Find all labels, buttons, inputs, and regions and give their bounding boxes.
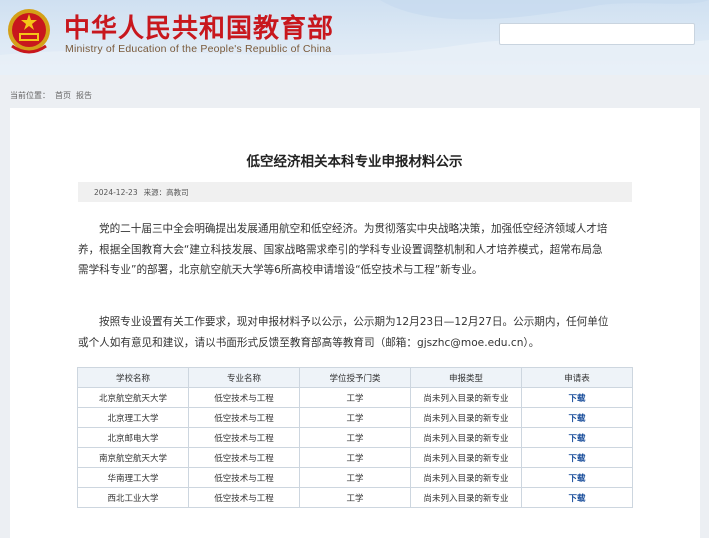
cell-major: 低空技术与工程 (188, 427, 300, 448)
cell-school: 北京邮电大学 (77, 427, 189, 448)
cell-school: 北京航空航天大学 (77, 387, 189, 408)
majors-table: 学校名称 专业名称 学位授予门类 申报类型 申请表 北京航空航天大学 低空技术与… (77, 367, 633, 508)
article-meta-bar: 2024-12-23 来源：高教司 (78, 182, 632, 202)
cell-type: 尚未列入目录的新专业 (410, 407, 522, 428)
table-row: 北京航空航天大学 低空技术与工程 工学 尚未列入目录的新专业 下载 (77, 387, 633, 408)
header-form: 申请表 (521, 367, 633, 388)
breadcrumb-home-link[interactable]: 首页 (55, 91, 71, 100)
site-subtitle: Ministry of Education of the People's Re… (65, 43, 332, 55)
cell-degree: 工学 (299, 407, 411, 428)
national-emblem-icon (8, 9, 50, 54)
cell-type: 尚未列入目录的新专业 (410, 467, 522, 488)
cell-degree: 工学 (299, 447, 411, 468)
cell-major: 低空技术与工程 (188, 467, 300, 488)
cell-school: 南京航空航天大学 (77, 447, 189, 468)
cell-type: 尚未列入目录的新专业 (410, 427, 522, 448)
cell-school: 北京理工大学 (77, 407, 189, 428)
article-source: 来源：高教司 (143, 188, 189, 197)
cell-major: 低空技术与工程 (188, 387, 300, 408)
cell-degree: 工学 (299, 467, 411, 488)
cell-degree: 工学 (299, 487, 411, 508)
header-type: 申报类型 (410, 367, 522, 388)
cell-degree: 工学 (299, 427, 411, 448)
search-input[interactable] (499, 23, 695, 45)
paragraph-line: 或个人如有意见和建议，请以书面形式反馈至教育部高等教育司（邮箱：gjszhc@m… (78, 336, 540, 349)
download-link[interactable]: 下载 (521, 407, 633, 428)
cell-school: 华南理工大学 (77, 467, 189, 488)
cell-major: 低空技术与工程 (188, 407, 300, 428)
cell-school: 西北工业大学 (77, 487, 189, 508)
article-paragraph-1: 党的二十届三中全会明确提出发展通用航空和低空经济。为贯彻落实中央战略决策，加强低… (78, 219, 634, 281)
table-row: 北京理工大学 低空技术与工程 工学 尚未列入目录的新专业 下载 (77, 407, 633, 428)
download-link[interactable]: 下载 (521, 467, 633, 488)
article-paragraph-2: 按照专业设置有关工作要求，现对申报材料予以公示，公示期为12月23日—12月27… (78, 312, 634, 353)
cell-degree: 工学 (299, 387, 411, 408)
paragraph-line: 需学科专业”的部署，北京航空航天大学等6所高校申请增设“低空技术与工程”新专业。 (78, 264, 483, 276)
download-link[interactable]: 下载 (521, 487, 633, 508)
paragraph-line: 按照专业设置有关工作要求，现对申报材料予以公示，公示期为12月23日—12月27… (99, 316, 609, 328)
table-row: 南京航空航天大学 低空技术与工程 工学 尚未列入目录的新专业 下载 (77, 447, 633, 468)
cell-type: 尚未列入目录的新专业 (410, 387, 522, 408)
article-title: 低空经济相关本科专业申报材料公示 (246, 154, 463, 170)
table-row: 北京邮电大学 低空技术与工程 工学 尚未列入目录的新专业 下载 (77, 427, 633, 448)
download-link[interactable]: 下载 (521, 387, 633, 408)
header-school: 学校名称 (77, 367, 189, 388)
download-link[interactable]: 下载 (521, 447, 633, 468)
table-row: 西北工业大学 低空技术与工程 工学 尚未列入目录的新专业 下载 (77, 487, 633, 508)
breadcrumb-prefix: 当前位置： (10, 91, 50, 100)
table-row: 华南理工大学 低空技术与工程 工学 尚未列入目录的新专业 下载 (77, 467, 633, 488)
cell-type: 尚未列入目录的新专业 (410, 447, 522, 468)
cell-major: 低空技术与工程 (188, 447, 300, 468)
site-header: 中华人民共和国教育部 Ministry of Education of the … (0, 0, 709, 75)
paragraph-line: 党的二十届三中全会明确提出发展通用航空和低空经济。为贯彻落实中央战略决策，加强低… (99, 223, 608, 235)
article-meta: 2024-12-23 来源：高教司 (94, 187, 195, 198)
header-major: 专业名称 (188, 367, 300, 388)
breadcrumb: 当前位置： 首页 报告 (10, 90, 97, 101)
article-date: 2024-12-23 (94, 188, 138, 197)
breadcrumb-section-link[interactable]: 报告 (76, 91, 92, 100)
site-title[interactable]: 中华人民共和国教育部 (64, 8, 334, 45)
table-header-row: 学校名称 专业名称 学位授予门类 申报类型 申请表 (77, 367, 633, 388)
paragraph-line: 养，根据全国教育大会“建立科技发展、国家战略需求牵引的学科专业设置调整机制和人才… (78, 243, 603, 256)
header-degree: 学位授予门类 (299, 367, 411, 388)
cell-type: 尚未列入目录的新专业 (410, 487, 522, 508)
download-link[interactable]: 下载 (521, 427, 633, 448)
cell-major: 低空技术与工程 (188, 487, 300, 508)
